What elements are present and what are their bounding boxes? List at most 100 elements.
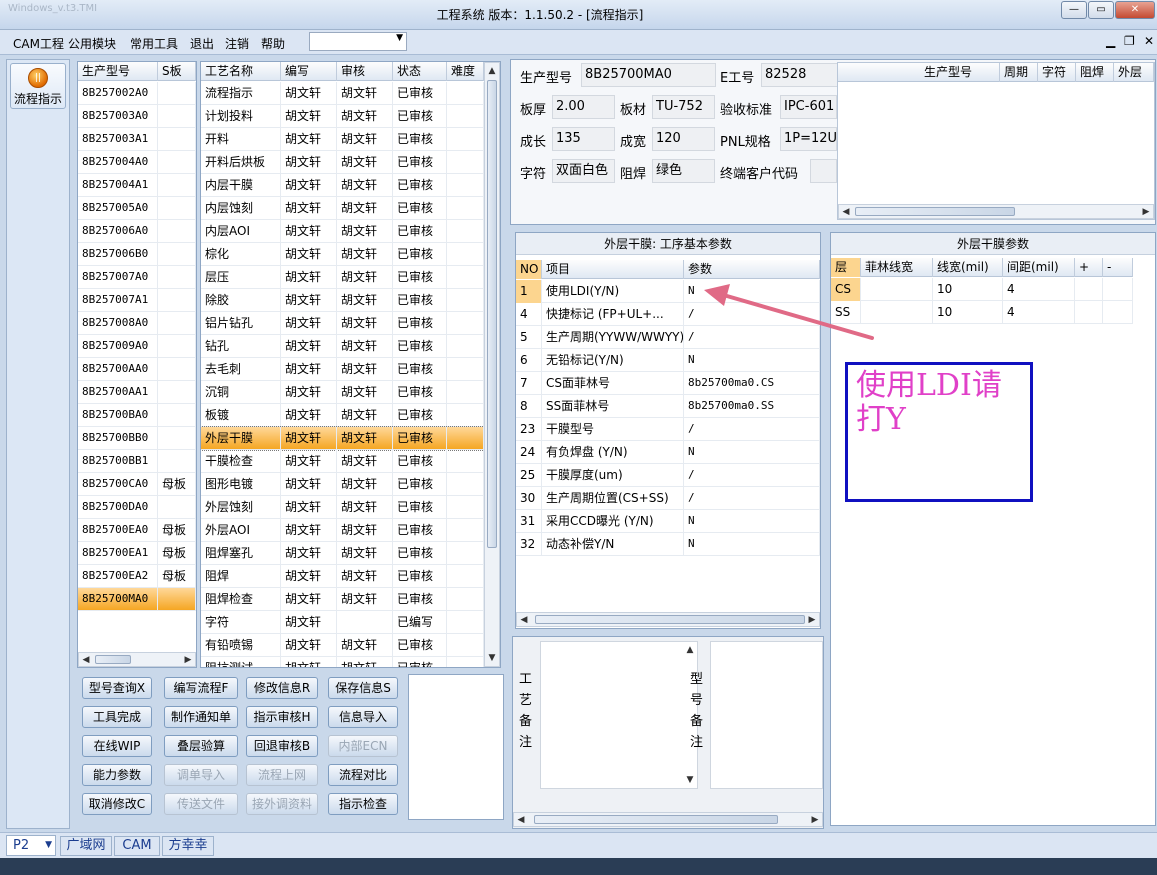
hist-header-outer[interactable]: 外层 — [1114, 63, 1154, 82]
film-header-layer[interactable]: 层 — [831, 258, 861, 277]
pnl-value[interactable]: 1P=12U — [780, 127, 837, 151]
scroll-left-icon[interactable]: ◀ — [518, 613, 530, 627]
action-button[interactable]: 能力参数 — [82, 764, 152, 786]
mdi-restore-icon[interactable]: ❐ — [1124, 34, 1135, 48]
action-button[interactable]: 保存信息S — [328, 677, 398, 699]
table-row[interactable]: 内层干膜 胡文轩 胡文轩 已审核 — [201, 174, 484, 197]
scroll-thumb[interactable] — [855, 207, 1015, 216]
film-header-plus[interactable]: + — [1075, 258, 1103, 277]
col-header-difficulty[interactable]: 难度 — [447, 62, 484, 81]
table-row[interactable]: 30 生产周期位置(CS+SS) / — [516, 487, 820, 510]
film-header-minus[interactable]: - — [1103, 258, 1133, 277]
params-hscroll[interactable]: ◀ ▶ — [516, 612, 820, 627]
params-header-value[interactable]: 参数 — [684, 260, 820, 279]
scroll-up-icon[interactable]: ▲ — [684, 643, 696, 657]
table-row[interactable]: 外层蚀刻 胡文轩 胡文轩 已审核 — [201, 496, 484, 519]
length-value[interactable]: 135 — [552, 127, 615, 151]
table-row[interactable]: 板镀 胡文轩 胡文轩 已审核 — [201, 404, 484, 427]
table-row[interactable]: 8B25700EA0 母板 — [78, 519, 196, 542]
table-row[interactable]: 6 无铅标记(Y/N) N — [516, 349, 820, 372]
table-row[interactable]: 内层AOI 胡文轩 胡文轩 已审核 — [201, 220, 484, 243]
col-header-writer[interactable]: 编写 — [281, 62, 337, 81]
table-row[interactable]: 8B25700AA0 — [78, 358, 196, 381]
table-row[interactable]: 8B25700MA0 — [78, 588, 196, 611]
menu-combo[interactable]: ▼ — [309, 32, 407, 51]
scroll-right-icon[interactable]: ▶ — [806, 613, 818, 627]
action-button[interactable]: 叠层验算 — [164, 735, 238, 757]
action-button[interactable]: 指示审核H — [246, 706, 318, 728]
hist-header-char[interactable]: 字符 — [1038, 63, 1076, 82]
process-vscroll[interactable]: ▲ ▼ — [484, 62, 500, 667]
table-row[interactable]: 外层AOI 胡文轩 胡文轩 已审核 — [201, 519, 484, 542]
scroll-down-icon[interactable]: ▼ — [486, 651, 498, 665]
table-row[interactable]: 铝片钻孔 胡文轩 胡文轩 已审核 — [201, 312, 484, 335]
col-header-reviewer[interactable]: 审核 — [337, 62, 393, 81]
table-row[interactable]: 8B25700EA2 母板 — [78, 565, 196, 588]
table-row[interactable]: 23 干膜型号 / — [516, 418, 820, 441]
action-button[interactable]: 修改信息R — [246, 677, 318, 699]
menu-exit[interactable]: 退出 — [190, 35, 214, 52]
table-row[interactable]: 棕化 胡文轩 胡文轩 已审核 — [201, 243, 484, 266]
table-row[interactable]: 8B25700AA1 — [78, 381, 196, 404]
scroll-down-icon[interactable]: ▼ — [684, 773, 696, 787]
process-notes-field[interactable]: ▲ ▼ — [540, 641, 698, 789]
table-row[interactable]: 8B257006A0 — [78, 220, 196, 243]
hist-hscroll[interactable]: ◀ ▶ — [838, 204, 1154, 219]
table-row[interactable]: 外层干膜 胡文轩 胡文轩 已审核 — [201, 426, 484, 451]
close-button[interactable]: ✕ — [1115, 1, 1155, 19]
material-value[interactable]: TU-752 — [652, 95, 715, 119]
action-button[interactable]: 编写流程F — [164, 677, 238, 699]
menu-help[interactable]: 帮助 — [261, 35, 285, 52]
action-button[interactable]: 在线WIP — [82, 735, 152, 757]
table-row[interactable]: 8B257005A0 — [78, 197, 196, 220]
menu-logout[interactable]: 注销 — [225, 35, 249, 52]
action-button[interactable]: 传送文件 — [164, 793, 238, 815]
action-button[interactable]: 流程对比 — [328, 764, 398, 786]
scroll-right-icon[interactable]: ▶ — [809, 813, 821, 827]
memo-box[interactable] — [408, 674, 504, 820]
table-row[interactable]: 8B257004A1 — [78, 174, 196, 197]
table-row[interactable]: 开料 胡文轩 胡文轩 已审核 — [201, 128, 484, 151]
width-value[interactable]: 120 — [652, 127, 715, 151]
char-value[interactable]: 双面白色 — [552, 159, 615, 183]
action-button[interactable]: 信息导入 — [328, 706, 398, 728]
scroll-thumb[interactable] — [534, 815, 778, 824]
table-row[interactable]: 干膜检查 胡文轩 胡文轩 已审核 — [201, 450, 484, 473]
table-row[interactable]: 8B25700CA0 母板 — [78, 473, 196, 496]
hist-header-period[interactable]: 周期 — [1000, 63, 1038, 82]
scroll-right-icon[interactable]: ▶ — [1140, 205, 1152, 219]
table-row[interactable]: 8B257006B0 — [78, 243, 196, 266]
table-row[interactable]: 有铅喷锡 胡文轩 胡文轩 已审核 — [201, 634, 484, 657]
table-row[interactable]: 24 有负焊盘 (Y/N) N — [516, 441, 820, 464]
flow-indicator-button[interactable]: || 流程指示 — [10, 63, 66, 109]
hist-header-mask[interactable]: 阻焊 — [1076, 63, 1114, 82]
table-row[interactable]: 层压 胡文轩 胡文轩 已审核 — [201, 266, 484, 289]
scroll-right-icon[interactable]: ▶ — [182, 653, 194, 667]
col-header-s[interactable]: S板 — [158, 62, 196, 81]
table-row[interactable]: 阻抗测试 胡文轩 胡文轩 已审核 — [201, 657, 484, 667]
notes-hscroll[interactable]: ◀ ▶ — [513, 812, 823, 827]
thickness-value[interactable]: 2.00 — [552, 95, 615, 119]
status-combo[interactable]: P2 ▼ — [6, 835, 56, 856]
action-button[interactable]: 接外调资料 — [246, 793, 318, 815]
action-button[interactable]: 工具完成 — [82, 706, 152, 728]
model-notes-field[interactable] — [710, 641, 823, 789]
col-header-status[interactable]: 状态 — [393, 62, 447, 81]
menu-tools[interactable]: 常用工具 — [130, 35, 178, 52]
action-button[interactable]: 调单导入 — [164, 764, 238, 786]
table-row[interactable]: 阻焊塞孔 胡文轩 胡文轩 已审核 — [201, 542, 484, 565]
film-header-line-width[interactable]: 线宽(mil) — [933, 258, 1003, 277]
table-row[interactable]: 8B257007A1 — [78, 289, 196, 312]
action-button[interactable]: 内部ECN — [328, 735, 398, 757]
scroll-left-icon[interactable]: ◀ — [80, 653, 92, 667]
table-row[interactable]: 8B257003A0 — [78, 105, 196, 128]
scroll-left-icon[interactable]: ◀ — [840, 205, 852, 219]
customer-value[interactable] — [810, 159, 837, 183]
table-row[interactable]: 阻焊 胡文轩 胡文轩 已审核 — [201, 565, 484, 588]
col-header-model[interactable]: 生产型号 — [78, 62, 158, 81]
table-row[interactable]: 计划投料 胡文轩 胡文轩 已审核 — [201, 105, 484, 128]
action-button[interactable]: 型号查询X — [82, 677, 152, 699]
mask-value[interactable]: 绿色 — [652, 159, 715, 183]
minimize-button[interactable]: — — [1061, 1, 1087, 19]
action-button[interactable]: 回退审核B — [246, 735, 318, 757]
